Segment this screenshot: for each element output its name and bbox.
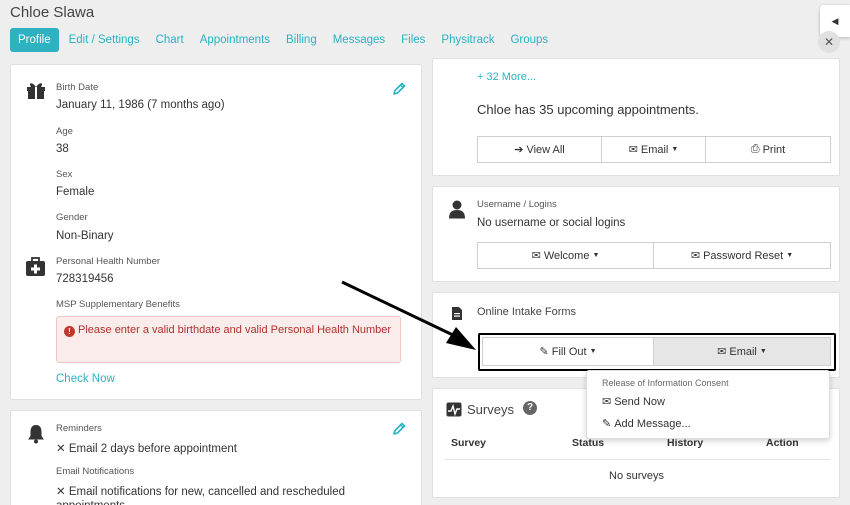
annotation-arrow xyxy=(341,280,476,350)
